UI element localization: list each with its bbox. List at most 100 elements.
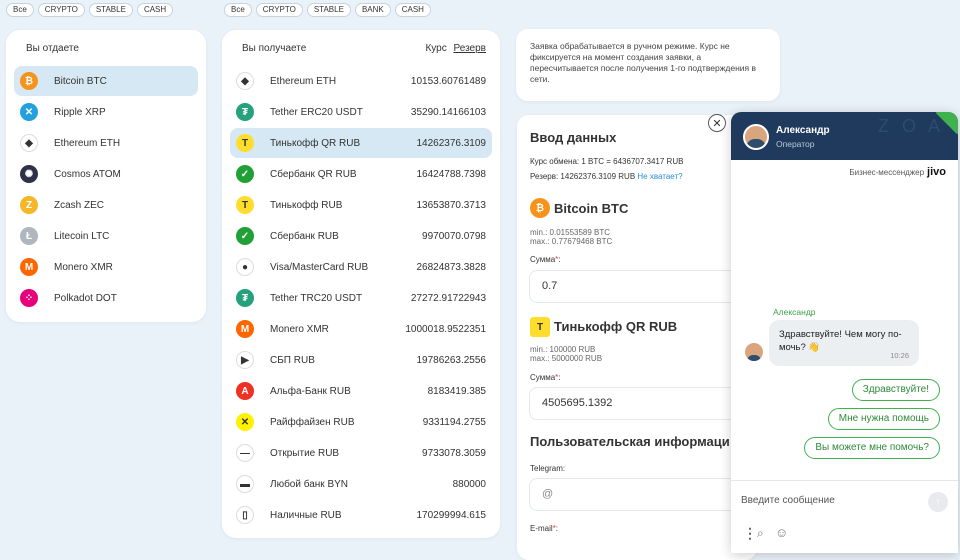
give-currency-row[interactable]: Z Zcash ZEC xyxy=(14,190,198,220)
filter-chip[interactable]: Все xyxy=(224,3,252,17)
bank-icon: ▬ xyxy=(236,475,254,493)
get-currency-row[interactable]: ▶ СБП RUB 19786263.2556 xyxy=(230,345,492,375)
give-currency-row[interactable]: M Monero XMR xyxy=(14,252,198,282)
get-currency-row[interactable]: ✓ Сбербанк QR RUB 16424788.7398 xyxy=(230,159,492,189)
get-currency-row[interactable]: ₮ Tether ERC20 USDT 35290.14166103 xyxy=(230,97,492,127)
give-currency-row[interactable]: ⁘ Polkadot DOT xyxy=(14,283,198,313)
currency-name: Litecoin LTC xyxy=(54,230,110,242)
get-currency-row[interactable]: ◆ Ethereum ETH 10153.60761489 xyxy=(230,66,492,96)
sender-avatar xyxy=(745,343,763,361)
alfa-icon: A xyxy=(236,382,254,400)
card-icon: ● xyxy=(236,258,254,276)
give-currency-row[interactable]: ✺ Cosmos ATOM xyxy=(14,159,198,189)
get-currency-row[interactable]: T Тинькофф QR RUB 14262376.3109 xyxy=(230,128,492,158)
attach-icon[interactable]: ⌕ xyxy=(757,526,764,541)
agent-name: Александр xyxy=(776,125,830,136)
get-currency-row[interactable]: ▬ Любой банк BYN 880000 xyxy=(230,469,492,499)
give-currency-row[interactable]: Ł Litecoin LTC xyxy=(14,221,198,251)
get-currency-row[interactable]: M Monero XMR 1000018.9522351 xyxy=(230,314,492,344)
message-input[interactable]: Введите сообщение xyxy=(741,495,835,506)
raiffeisen-icon: ✕ xyxy=(236,413,254,431)
get-currency-row[interactable]: T Тинькофф RUB 13653870.3713 xyxy=(230,190,492,220)
from-min: min.: 0.01553589 BTC xyxy=(530,228,611,237)
filter-chip[interactable]: CASH xyxy=(394,3,431,17)
filter-chip[interactable]: CRYPTO xyxy=(255,3,303,17)
sender-name: Александр xyxy=(773,307,816,317)
sberbank-icon: ✓ xyxy=(236,227,254,245)
send-button[interactable]: ↑ xyxy=(928,492,948,512)
filter-chip[interactable]: STABLE xyxy=(306,3,351,17)
reserve-sort-link[interactable]: Резерв xyxy=(454,43,486,54)
reserve-row: Резерв: 14262376.3109 RUB Не хватает? xyxy=(530,172,683,181)
tinkoff-icon: T xyxy=(236,196,254,214)
emoji-icon[interactable]: ☺ xyxy=(775,525,788,540)
give-panel: Вы отдаете ₿ Bitcoin BTC ✕ Ripple XRP ◆ Ether… xyxy=(6,30,206,322)
monero-icon: M xyxy=(236,320,254,338)
quick-reply-button[interactable]: Здравствуйте! xyxy=(851,379,940,401)
quick-reply-button[interactable]: Мне нужна помощь xyxy=(827,408,940,430)
filter-chip[interactable]: CRYPTO xyxy=(37,3,85,17)
chat-input-divider xyxy=(731,480,958,481)
filter-chip[interactable]: CASH xyxy=(136,3,174,17)
rate-value: 880000 xyxy=(452,478,486,490)
close-icon: ✕ xyxy=(712,117,722,130)
currency-name: Ripple XRP xyxy=(54,106,106,118)
currency-name: Monero XMR xyxy=(54,261,113,273)
filter-chip[interactable]: STABLE xyxy=(88,3,133,17)
give-currency-row[interactable]: ₿ Bitcoin BTC xyxy=(14,66,198,96)
form-title: Ввод данных xyxy=(530,130,617,145)
get-currency-row[interactable]: A Альфа-Банк RUB 8183419.385 xyxy=(230,376,492,406)
to-amount-input[interactable]: 4505695.1392 xyxy=(529,387,757,420)
get-currency-row[interactable]: ● Visa/MasterCard RUB 26824873.3828 xyxy=(230,252,492,282)
rate-value: 9970070.0798 xyxy=(422,230,486,242)
exchange-form: Ввод данных Курс обмена: 1 BTC = 6436707… xyxy=(517,115,757,560)
get-currency-row[interactable]: ▯ Наличные RUB 170299994.615 xyxy=(230,500,492,530)
ethereum-icon: ◆ xyxy=(236,72,254,90)
get-currency-row[interactable]: ✕ Райффайзен RUB 9331194.2755 xyxy=(230,407,492,437)
filter-chip[interactable]: Все xyxy=(6,3,34,17)
rate-value: 8183419.385 xyxy=(427,385,486,397)
more-options-icon[interactable]: ⋮ xyxy=(743,525,757,542)
reserve-link[interactable]: Не хватает? xyxy=(637,172,682,181)
currency-name: Ethereum ETH xyxy=(270,75,337,87)
currency-name: Сбербанк RUB xyxy=(270,230,339,242)
ethereum-icon: ◆ xyxy=(20,134,38,152)
sum-label-text: Сумма xyxy=(530,373,556,382)
sum-label-text: Сумма xyxy=(530,255,556,264)
get-currency-row[interactable]: ₮ Tether TRC20 USDT 27272.91722943 xyxy=(230,283,492,313)
close-chat-button[interactable]: ✕ xyxy=(708,114,726,132)
quick-reply-button[interactable]: Вы можете мне помочь? xyxy=(804,437,940,459)
rate-sort-label[interactable]: Курс xyxy=(425,43,446,54)
monero-icon: M xyxy=(20,258,38,276)
get-title: Вы получаете xyxy=(242,43,307,54)
ripple-icon: ✕ xyxy=(20,103,38,121)
reserve-text: Резерв: 14262376.3109 RUB xyxy=(530,172,636,181)
message-time: 10:26 xyxy=(890,351,909,360)
avatar-body xyxy=(747,355,761,361)
from-currency-name: Bitcoin BTC xyxy=(554,201,629,216)
agent-avatar xyxy=(743,124,769,150)
rate-value: 26824873.3828 xyxy=(416,261,486,273)
rate-value: 170299994.615 xyxy=(416,509,486,521)
currency-name: Cosmos ATOM xyxy=(54,168,121,180)
filter-chip[interactable]: BANK xyxy=(354,3,391,17)
rate-value: 35290.14166103 xyxy=(410,106,486,118)
rate-text: Курс обмена: 1 BTC = 6436707.3417 RUB xyxy=(530,157,684,166)
currency-name: Monero XMR xyxy=(270,323,329,335)
tether-icon: ₮ xyxy=(236,103,254,121)
currency-name: Bitcoin BTC xyxy=(54,75,107,87)
telegram-label: Telegram: xyxy=(530,464,566,473)
message-bubble: Здравствуйте! Чем могу по-мочь? 👋 10:26 xyxy=(769,320,919,366)
rate-value: 9331194.2755 xyxy=(422,416,486,428)
telegram-input[interactable]: @ xyxy=(529,478,757,511)
give-currency-row[interactable]: ✕ Ripple XRP xyxy=(14,97,198,127)
from-amount-input[interactable]: 0.7 xyxy=(529,270,757,303)
get-currency-row[interactable]: ✓ Сбербанк RUB 9970070.0798 xyxy=(230,221,492,251)
give-currency-row[interactable]: ◆ Ethereum ETH xyxy=(14,128,198,158)
currency-name: Тинькофф RUB xyxy=(270,199,343,211)
give-title: Вы отдаете xyxy=(26,43,79,54)
get-filter-bar: Все CRYPTO STABLE BANK CASH xyxy=(224,3,431,17)
email-label-text: E-mail xyxy=(530,524,553,533)
to-max: max.: 5000000 RUB xyxy=(530,354,603,363)
get-currency-row[interactable]: — Открытие RUB 9733078.3059 xyxy=(230,438,492,468)
